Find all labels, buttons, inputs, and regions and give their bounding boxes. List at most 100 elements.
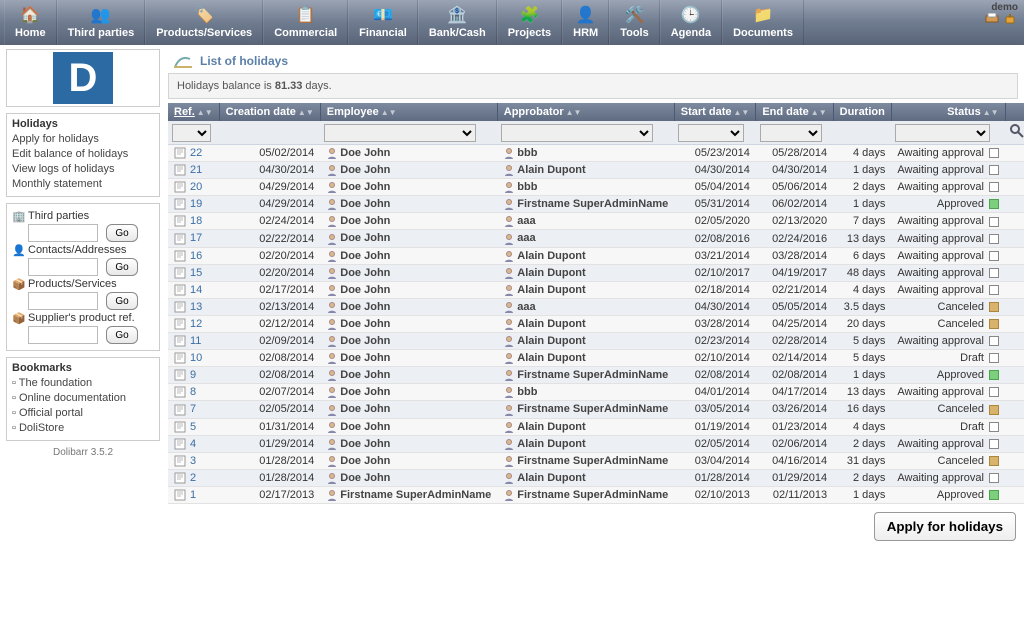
- employee-link[interactable]: Doe John: [340, 147, 390, 159]
- col-creation[interactable]: Creation date▲▼: [219, 103, 320, 121]
- col-status[interactable]: Status▲▼: [891, 103, 1005, 121]
- employee-link[interactable]: Doe John: [340, 472, 390, 484]
- ref-link[interactable]: 17: [190, 232, 202, 244]
- col-approbator[interactable]: Approbator▲▼: [497, 103, 674, 121]
- nav-projects[interactable]: 🧩Projects: [497, 0, 562, 45]
- approbator-link[interactable]: Alain Dupont: [517, 318, 585, 330]
- nav-commercial[interactable]: 📋Commercial: [263, 0, 348, 45]
- ref-link[interactable]: 1: [190, 489, 196, 501]
- ref-link[interactable]: 21: [190, 164, 202, 176]
- search-input[interactable]: [28, 292, 98, 310]
- employee-link[interactable]: Doe John: [340, 181, 390, 193]
- employee-link[interactable]: Doe John: [340, 335, 390, 347]
- filter-employee[interactable]: [324, 124, 476, 142]
- approbator-link[interactable]: Firstname SuperAdminName: [517, 455, 668, 467]
- holidays-link[interactable]: Edit balance of holidays: [12, 147, 154, 162]
- approbator-link[interactable]: Alain Dupont: [517, 472, 585, 484]
- approbator-link[interactable]: Firstname SuperAdminName: [517, 489, 668, 501]
- employee-link[interactable]: Doe John: [340, 267, 390, 279]
- logout-icon[interactable]: [1004, 13, 1018, 25]
- nav-third-parties[interactable]: 👥Third parties: [57, 0, 146, 45]
- employee-link[interactable]: Doe John: [340, 403, 390, 415]
- go-button[interactable]: Go: [106, 292, 137, 310]
- approbator-link[interactable]: bbb: [517, 386, 537, 398]
- bookmark-link[interactable]: ▫ Official portal: [12, 406, 154, 421]
- bookmark-link[interactable]: ▫ DoliStore: [12, 421, 154, 436]
- nav-tools[interactable]: 🛠️Tools: [609, 0, 660, 45]
- col-end[interactable]: End date▲▼: [756, 103, 833, 121]
- ref-link[interactable]: 15: [190, 267, 202, 279]
- apply-holidays-button[interactable]: Apply for holidays: [874, 512, 1016, 541]
- approbator-link[interactable]: Alain Dupont: [517, 438, 585, 450]
- bookmark-link[interactable]: ▫ The foundation: [12, 376, 154, 391]
- go-button[interactable]: Go: [106, 224, 137, 242]
- ref-link[interactable]: 16: [190, 250, 202, 262]
- filter-end[interactable]: [760, 124, 822, 142]
- holidays-link[interactable]: Monthly statement: [12, 177, 154, 192]
- holidays-link[interactable]: View logs of holidays: [12, 162, 154, 177]
- employee-link[interactable]: Doe John: [340, 284, 390, 296]
- approbator-link[interactable]: Firstname SuperAdminName: [517, 369, 668, 381]
- employee-link[interactable]: Doe John: [340, 198, 390, 210]
- ref-link[interactable]: 3: [190, 455, 196, 467]
- filter-start[interactable]: [678, 124, 744, 142]
- bookmark-link[interactable]: ▫ Online documentation: [12, 391, 154, 406]
- search-input[interactable]: [28, 258, 98, 276]
- approbator-link[interactable]: Alain Dupont: [517, 267, 585, 279]
- ref-link[interactable]: 4: [190, 438, 196, 450]
- printer-icon[interactable]: [985, 13, 999, 25]
- nav-bank-cash[interactable]: 🏦Bank/Cash: [418, 0, 497, 45]
- approbator-link[interactable]: aaa: [517, 301, 535, 313]
- nav-documents[interactable]: 📁Documents: [722, 0, 804, 45]
- ref-link[interactable]: 10: [190, 352, 202, 364]
- go-button[interactable]: Go: [106, 326, 137, 344]
- employee-link[interactable]: Doe John: [340, 386, 390, 398]
- approbator-link[interactable]: Alain Dupont: [517, 164, 585, 176]
- employee-link[interactable]: Doe John: [340, 438, 390, 450]
- go-button[interactable]: Go: [106, 258, 137, 276]
- filter-status[interactable]: [895, 124, 990, 142]
- filter-ref[interactable]: [172, 124, 211, 142]
- nav-financial[interactable]: 💶Financial: [348, 0, 418, 45]
- col-ref[interactable]: Ref.▲▼: [168, 103, 219, 121]
- employee-link[interactable]: Doe John: [340, 250, 390, 262]
- employee-link[interactable]: Doe John: [340, 164, 390, 176]
- holidays-link[interactable]: Apply for holidays: [12, 132, 154, 147]
- approbator-link[interactable]: aaa: [517, 215, 535, 227]
- search-input[interactable]: [28, 326, 98, 344]
- ref-link[interactable]: 12: [190, 318, 202, 330]
- approbator-link[interactable]: Firstname SuperAdminName: [517, 403, 668, 415]
- approbator-link[interactable]: bbb: [517, 147, 537, 159]
- nav-home[interactable]: 🏠Home: [4, 0, 57, 45]
- employee-link[interactable]: Doe John: [340, 352, 390, 364]
- approbator-link[interactable]: bbb: [517, 181, 537, 193]
- nav-products-services[interactable]: 🏷️Products/Services: [145, 0, 263, 45]
- col-start[interactable]: Start date▲▼: [674, 103, 756, 121]
- ref-link[interactable]: 7: [190, 403, 196, 415]
- ref-link[interactable]: 19: [190, 198, 202, 210]
- search-input[interactable]: [28, 224, 98, 242]
- employee-link[interactable]: Doe John: [340, 421, 390, 433]
- ref-link[interactable]: 14: [190, 284, 202, 296]
- ref-link[interactable]: 5: [190, 421, 196, 433]
- col-employee[interactable]: Employee▲▼: [320, 103, 497, 121]
- ref-link[interactable]: 18: [190, 215, 202, 227]
- employee-link[interactable]: Doe John: [340, 318, 390, 330]
- employee-link[interactable]: Doe John: [340, 455, 390, 467]
- ref-link[interactable]: 8: [190, 386, 196, 398]
- approbator-link[interactable]: Alain Dupont: [517, 250, 585, 262]
- employee-link[interactable]: Doe John: [340, 369, 390, 381]
- approbator-link[interactable]: Alain Dupont: [517, 421, 585, 433]
- approbator-link[interactable]: Alain Dupont: [517, 352, 585, 364]
- ref-link[interactable]: 22: [190, 147, 202, 159]
- search-icon[interactable]: [1009, 123, 1024, 139]
- employee-link[interactable]: Firstname SuperAdminName: [340, 489, 491, 501]
- filter-approbator[interactable]: [501, 124, 653, 142]
- employee-link[interactable]: Doe John: [340, 232, 390, 244]
- approbator-link[interactable]: aaa: [517, 232, 535, 244]
- employee-link[interactable]: Doe John: [340, 301, 390, 313]
- ref-link[interactable]: 9: [190, 369, 196, 381]
- nav-hrm[interactable]: 👤HRM: [562, 0, 609, 45]
- ref-link[interactable]: 11: [190, 335, 201, 347]
- employee-link[interactable]: Doe John: [340, 215, 390, 227]
